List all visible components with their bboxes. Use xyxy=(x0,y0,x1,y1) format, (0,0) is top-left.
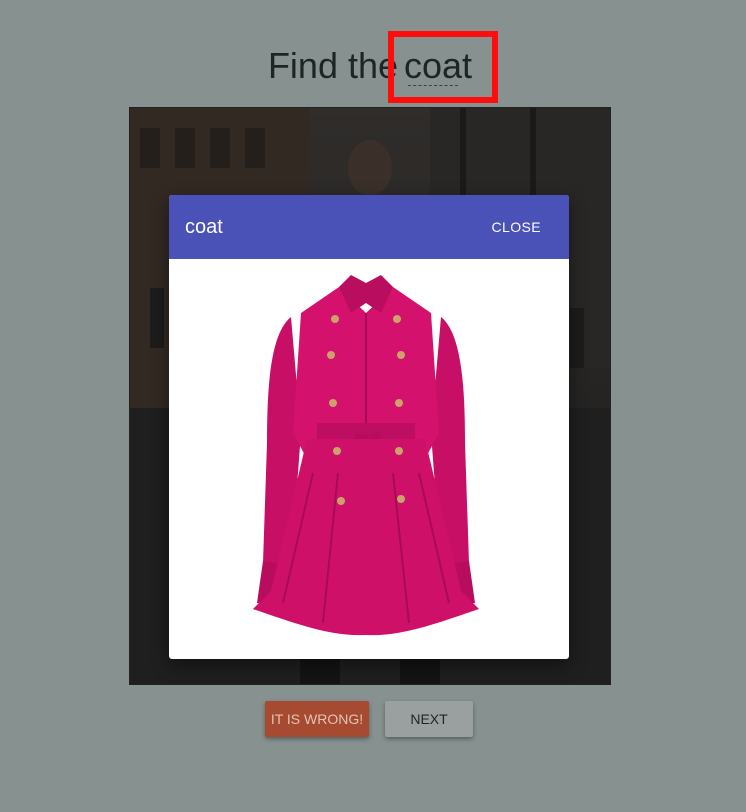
page-title-prefix: Find the xyxy=(267,45,399,86)
coat-image xyxy=(253,275,479,636)
close-button[interactable]: CLOSE xyxy=(484,215,549,239)
page-title: Find the coat xyxy=(0,44,746,88)
modal-title: coat xyxy=(185,216,223,238)
next-button[interactable]: NEXT xyxy=(385,701,473,737)
modal-header: coat CLOSE xyxy=(169,195,569,259)
item-modal: coat CLOSE xyxy=(169,195,569,659)
target-highlight-box xyxy=(388,31,498,103)
modal-body xyxy=(169,259,569,659)
it-is-wrong-button[interactable]: IT IS WRONG! xyxy=(265,701,369,737)
